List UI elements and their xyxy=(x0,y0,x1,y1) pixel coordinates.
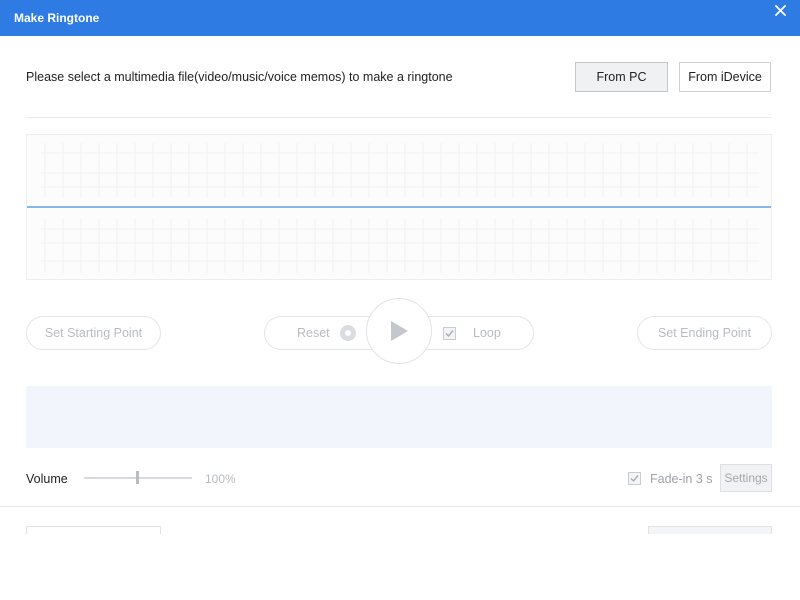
divider xyxy=(0,506,800,507)
footer-button-right[interactable] xyxy=(648,526,772,534)
fade-in-checkbox[interactable] xyxy=(628,472,641,485)
close-icon xyxy=(774,4,786,16)
reset-button[interactable]: Reset xyxy=(297,326,330,340)
window-title: Make Ringtone xyxy=(14,11,100,25)
close-button[interactable] xyxy=(760,0,800,20)
checkmark-icon xyxy=(445,330,454,338)
select-file-prompt: Please select a multimedia file(video/mu… xyxy=(26,70,453,84)
divider xyxy=(26,117,772,118)
ringtone-window: Please select a multimedia file(video/mu… xyxy=(0,36,800,600)
fade-in-label: Fade-in 3 s xyxy=(650,472,713,486)
play-icon xyxy=(391,321,408,341)
waveform-grid xyxy=(27,143,771,273)
volume-value: 100% xyxy=(205,472,236,486)
checkmark-icon xyxy=(630,475,639,483)
from-pc-button[interactable]: From PC xyxy=(575,62,668,92)
set-starting-point-button[interactable]: Set Starting Point xyxy=(26,316,161,350)
title-bar: Make Ringtone xyxy=(0,0,800,36)
footer-button-left[interactable] xyxy=(26,526,161,534)
loop-label: Loop xyxy=(473,326,501,340)
volume-slider-handle[interactable] xyxy=(136,471,139,484)
reset-icon[interactable] xyxy=(340,325,356,341)
volume-label: Volume xyxy=(26,472,68,486)
clip-info-panel xyxy=(26,386,772,448)
settings-button[interactable]: Settings xyxy=(720,464,772,492)
waveform-area[interactable] xyxy=(26,134,772,280)
set-ending-point-button[interactable]: Set Ending Point xyxy=(637,316,772,350)
loop-checkbox[interactable] xyxy=(443,327,456,340)
play-button[interactable] xyxy=(366,298,432,364)
from-idevice-button[interactable]: From iDevice xyxy=(679,62,771,92)
